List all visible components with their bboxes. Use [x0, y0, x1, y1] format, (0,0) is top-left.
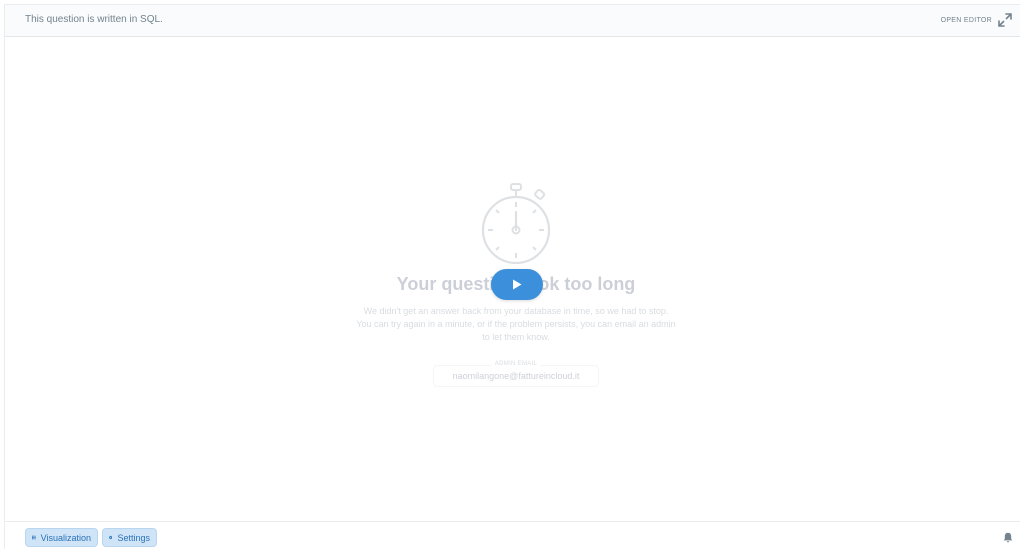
open-editor-label: OPEN EDITOR — [940, 16, 992, 24]
grid-icon — [32, 535, 36, 540]
results-area: Your question took too long We didn't ge… — [5, 37, 1020, 521]
visualization-label: Visualization — [40, 532, 91, 543]
error-message: We didn't get an answer back from your d… — [356, 306, 676, 342]
question-frame: This question is written in SQL. OPEN ED… — [4, 4, 1020, 550]
play-icon — [513, 279, 522, 290]
visualization-button[interactable]: Visualization — [25, 528, 98, 547]
native-query-note: This question is written in SQL. — [25, 14, 163, 25]
admin-email-box: ADMIN EMAIL naomilangone@fattureincloud.… — [433, 361, 599, 387]
stopwatch-icon — [481, 183, 551, 265]
admin-email-value[interactable]: naomilangone@fattureincloud.it — [434, 371, 598, 381]
run-query-button[interactable] — [491, 269, 543, 300]
settings-button[interactable]: Settings — [102, 528, 157, 547]
question-header: This question is written in SQL. OPEN ED… — [5, 5, 1020, 37]
admin-email-label: ADMIN EMAIL — [491, 361, 541, 367]
bell-icon[interactable] — [1003, 532, 1013, 543]
settings-label: Settings — [117, 532, 150, 543]
open-editor-button[interactable]: OPEN EDITOR — [941, 13, 1012, 27]
gear-icon — [109, 535, 113, 540]
expand-icon — [998, 13, 1012, 27]
view-footer: Visualization Settings — [5, 521, 1020, 550]
